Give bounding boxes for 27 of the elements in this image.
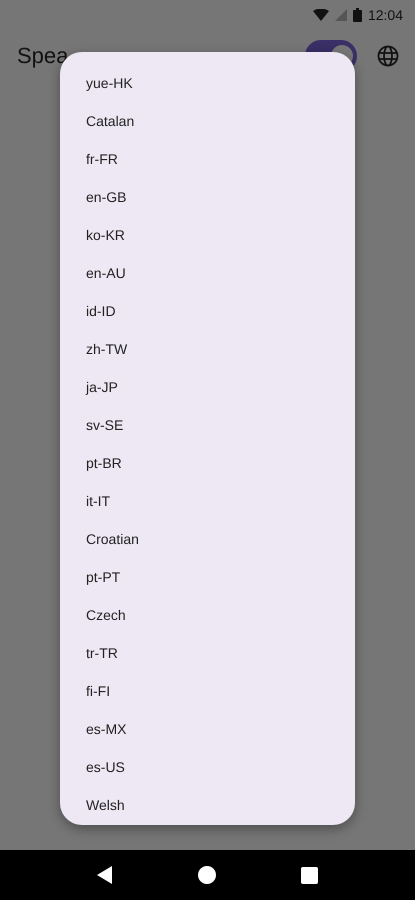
menu-item[interactable]: ko-KR xyxy=(60,216,355,254)
recents-icon[interactable] xyxy=(300,866,318,884)
status-time: 12:04 xyxy=(368,7,403,23)
menu-item[interactable]: ja-JP xyxy=(60,368,355,406)
menu-item[interactable]: it-IT xyxy=(60,482,355,520)
menu-item[interactable]: Catalan xyxy=(60,102,355,140)
menu-item[interactable]: id-ID xyxy=(60,292,355,330)
home-icon[interactable] xyxy=(198,866,216,884)
menu-item[interactable]: Croatian xyxy=(60,520,355,558)
menu-item[interactable]: tr-TR xyxy=(60,634,355,672)
signal-icon xyxy=(334,9,347,21)
menu-item[interactable]: fr-FR xyxy=(60,140,355,178)
globe-icon[interactable] xyxy=(377,45,399,67)
menu-item[interactable]: Welsh xyxy=(60,786,355,824)
menu-item[interactable]: en-GB xyxy=(60,178,355,216)
menu-item[interactable]: zh-TW xyxy=(60,330,355,368)
menu-item[interactable]: Czech xyxy=(60,596,355,634)
menu-item[interactable]: es-US xyxy=(60,748,355,786)
back-icon[interactable] xyxy=(97,866,114,884)
menu-item[interactable]: pt-BR xyxy=(60,444,355,482)
wifi-icon xyxy=(312,9,329,21)
menu-item[interactable]: es-MX xyxy=(60,710,355,748)
battery-icon xyxy=(352,8,362,22)
menu-item[interactable]: pt-PT xyxy=(60,558,355,596)
menu-item[interactable]: sv-SE xyxy=(60,406,355,444)
menu-item[interactable]: en-AU xyxy=(60,254,355,292)
menu-item[interactable]: fi-FI xyxy=(60,672,355,710)
